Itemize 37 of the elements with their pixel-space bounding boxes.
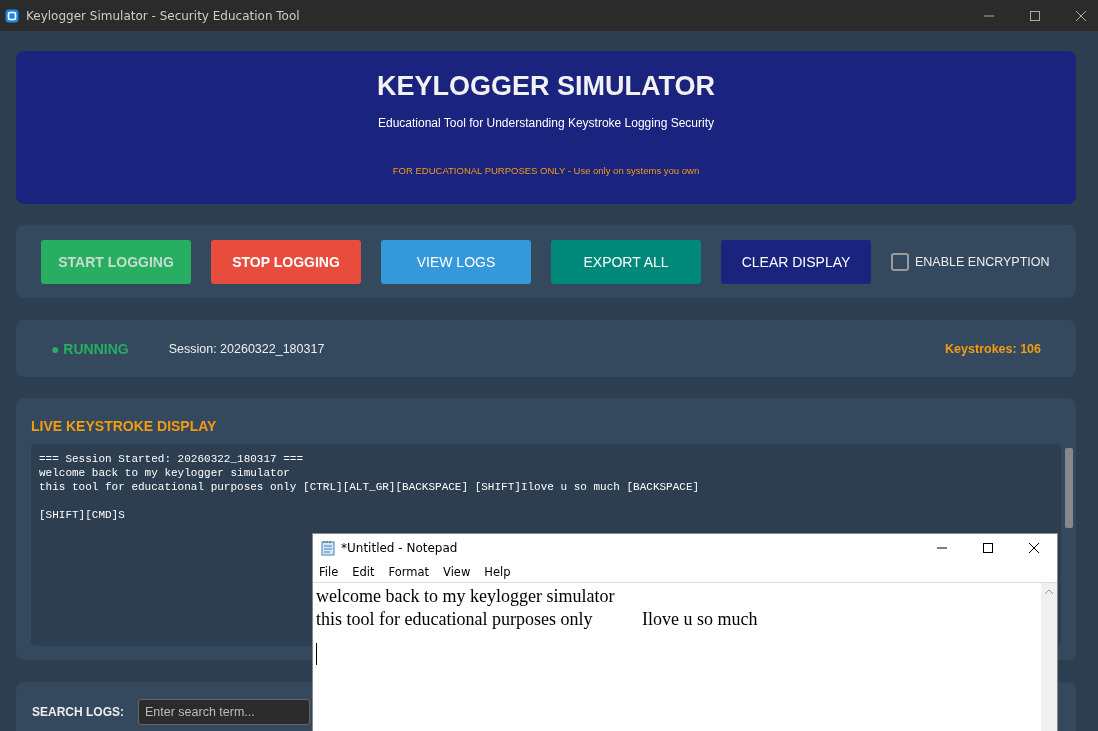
search-field[interactable]: Enter search term... [138,699,310,725]
maximize-icon[interactable] [1030,10,1040,21]
keystroke-count: Keystrokes: 106 [945,341,1041,356]
app-icon [5,8,19,23]
app-heading: KEYLOGGER SIMULATOR [377,71,715,102]
scroll-up-icon[interactable] [1044,589,1054,595]
menu-item[interactable]: Format [382,565,436,579]
text-line: this tool for educational purposes only Ilove u so much [316,608,758,631]
menu-item[interactable]: View [437,565,477,579]
maximize-icon[interactable] [983,543,993,553]
subtitle: Educational Tool for Understanding Keystroke Logging Security [378,116,714,130]
action-button[interactable]: EXPORT ALL [551,239,701,284]
notepad-title: *Untitled - Notepad [341,541,458,555]
log-line: welcome back to my keylogger simulator [39,466,290,480]
text-area[interactable]: welcome back to my keylogger simulator this tool for educational purposes only Ilove u so much [313,582,1057,731]
window-title: Keylogger Simulator - Security Education Tool [26,8,300,23]
text-line: welcome back to my keylogger simulator [316,585,615,608]
menu-item[interactable]: Edit [346,565,381,579]
running-status: ● RUNNING [51,340,129,357]
menu-item[interactable]: Help [478,565,517,579]
section-title: LIVE KEYSTROKE DISPLAY [31,418,218,434]
log-line: === Session Started: 20260322_180317 === [39,452,304,466]
warning-text: FOR EDUCATIONAL PURPOSES ONLY - Use only on systems you own [392,165,700,176]
scrollbar[interactable] [1065,448,1073,528]
action-button[interactable]: CLEAR DISPLAY [721,239,871,284]
checkbox-label: ENABLE ENCRYPTION [915,254,1050,269]
checkbox[interactable] [891,252,909,271]
search-label: SEARCH LOGS: [32,705,124,719]
session-id: Session: 20260322_180317 [168,341,325,356]
notepad-icon [321,540,335,556]
close-icon[interactable] [1029,543,1039,553]
log-line: [SHIFT][CMD]S [39,508,125,522]
log-line: this tool for educational purposes only [CTRL][ALT_GR][BACKSPACE] [SHIFT]Ilove u so much [BACKSPACE] [39,480,700,494]
menu-item[interactable]: File [313,565,345,579]
scrollbar[interactable] [1041,583,1057,731]
action-button[interactable]: STOP LOGGING [211,239,361,284]
close-icon[interactable] [1076,10,1086,21]
